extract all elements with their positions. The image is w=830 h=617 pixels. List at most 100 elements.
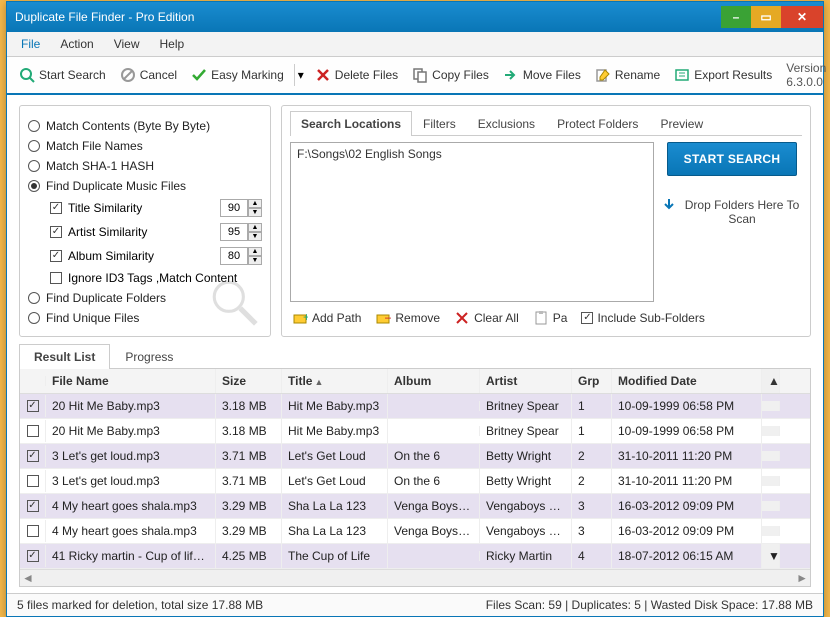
cancel-label: Cancel (140, 68, 177, 82)
spin-up-icon[interactable]: ▲ (248, 199, 262, 208)
col-group[interactable]: Grp (572, 369, 612, 393)
album-similarity-checkbox[interactable] (50, 250, 62, 262)
spin-down-icon[interactable]: ▼ (248, 232, 262, 241)
cell-album: Venga Boys 123 (388, 494, 480, 518)
horizontal-scrollbar[interactable]: ◄► (20, 569, 810, 586)
option-match-filenames[interactable]: Match File Names (28, 136, 262, 156)
vertical-scrollbar-track[interactable] (762, 451, 780, 461)
cell-group: 3 (572, 494, 612, 518)
option-match-contents[interactable]: Match Contents (Byte By Byte) (28, 116, 262, 136)
location-path[interactable]: F:\Songs\02 English Songs (297, 147, 647, 161)
export-results-button[interactable]: Export Results (668, 64, 778, 86)
tab-exclusions[interactable]: Exclusions (467, 111, 546, 136)
col-modified[interactable]: Modified Date (612, 369, 762, 393)
copy-files-button[interactable]: Copy Files (406, 64, 495, 86)
row-checkbox[interactable] (27, 475, 39, 487)
row-checkbox[interactable] (27, 425, 39, 437)
checkbox-icon (581, 312, 593, 324)
table-row[interactable]: 4 My heart goes shala.mp33.29 MBSha La L… (20, 519, 810, 544)
close-button[interactable]: ✕ (781, 6, 823, 28)
cell-group: 2 (572, 469, 612, 493)
cell-size: 3.29 MB (216, 519, 282, 543)
table-row[interactable]: 41 Ricky martin - Cup of life.mp34.25 MB… (20, 544, 810, 569)
tab-result-list[interactable]: Result List (19, 344, 110, 369)
minimize-button[interactable]: – (721, 6, 751, 28)
cancel-button[interactable]: Cancel (114, 64, 183, 86)
titlebar[interactable]: Duplicate File Finder - Pro Edition – ▭ … (7, 2, 823, 32)
artist-similarity-checkbox[interactable] (50, 226, 62, 238)
col-checkbox[interactable] (20, 376, 46, 386)
include-subfolders-check[interactable]: Include Sub-Folders (579, 308, 706, 328)
title-similarity-checkbox[interactable] (50, 202, 62, 214)
ignore-id3-checkbox[interactable] (50, 272, 62, 284)
col-artist[interactable]: Artist (480, 369, 572, 393)
search-locations-list[interactable]: F:\Songs\02 English Songs (290, 142, 654, 302)
tab-filters[interactable]: Filters (412, 111, 467, 136)
spin-up-icon[interactable]: ▲ (248, 223, 262, 232)
col-filename[interactable]: File Name (46, 369, 216, 393)
start-search-button[interactable]: Start Search (13, 64, 112, 86)
clear-all-button[interactable]: Clear All (452, 308, 521, 328)
title-similarity-spinner[interactable]: ▲▼ (220, 199, 262, 217)
row-checkbox[interactable] (27, 500, 39, 512)
easy-marking-button[interactable]: Easy Marking (185, 64, 290, 86)
menu-file[interactable]: File (11, 34, 50, 54)
row-checkbox[interactable] (27, 525, 39, 537)
svg-text:+: + (303, 310, 308, 324)
remove-path-button[interactable]: –Remove (373, 308, 442, 328)
vertical-scrollbar-track[interactable]: ▼ (762, 544, 780, 568)
option-match-sha1[interactable]: Match SHA-1 HASH (28, 156, 262, 176)
col-album[interactable]: Album (388, 369, 480, 393)
vertical-scrollbar-track[interactable] (762, 476, 780, 486)
artist-similarity-spinner[interactable]: ▲▼ (220, 223, 262, 241)
tab-protect-folders[interactable]: Protect Folders (546, 111, 649, 136)
vertical-scrollbar-track[interactable] (762, 401, 780, 411)
delete-files-button[interactable]: Delete Files (309, 64, 404, 86)
start-search-main-button[interactable]: START SEARCH (667, 142, 797, 176)
col-size[interactable]: Size (216, 369, 282, 393)
spin-down-icon[interactable]: ▼ (248, 256, 262, 265)
easy-marking-dropdown[interactable]: ▾ (294, 64, 307, 86)
option-duplicate-music[interactable]: Find Duplicate Music Files (28, 176, 262, 196)
spin-up-icon[interactable]: ▲ (248, 247, 262, 256)
tab-search-locations[interactable]: Search Locations (290, 111, 412, 136)
table-row[interactable]: 3 Let's get loud.mp33.71 MBLet's Get Lou… (20, 469, 810, 494)
menu-help[interactable]: Help (150, 34, 195, 54)
table-row[interactable]: 4 My heart goes shala.mp33.29 MBSha La L… (20, 494, 810, 519)
cell-filename: 4 My heart goes shala.mp3 (46, 494, 216, 518)
maximize-button[interactable]: ▭ (751, 6, 781, 28)
rename-label: Rename (615, 68, 660, 82)
cell-filename: 41 Ricky martin - Cup of life.mp3 (46, 544, 216, 568)
vertical-scrollbar-head[interactable]: ▲ (762, 369, 780, 393)
album-similarity-spinner[interactable]: ▲▼ (220, 247, 262, 265)
vertical-scrollbar-track[interactable] (762, 501, 780, 511)
status-right: Files Scan: 59 | Duplicates: 5 | Wasted … (486, 598, 813, 612)
add-path-button[interactable]: +Add Path (290, 308, 363, 328)
menu-action[interactable]: Action (50, 34, 103, 54)
vertical-scrollbar-track[interactable] (762, 526, 780, 536)
row-checkbox[interactable] (27, 450, 39, 462)
cell-album: Venga Boys 123 (388, 519, 480, 543)
menu-view[interactable]: View (104, 34, 150, 54)
table-row[interactable]: 20 Hit Me Baby.mp33.18 MBHit Me Baby.mp3… (20, 419, 810, 444)
cell-title: Hit Me Baby.mp3 (282, 419, 388, 443)
paste-path-button[interactable]: Pa (531, 308, 570, 328)
cell-group: 1 (572, 419, 612, 443)
row-checkbox[interactable] (27, 400, 39, 412)
table-row[interactable]: 3 Let's get loud.mp33.71 MBLet's Get Lou… (20, 444, 810, 469)
tab-progress[interactable]: Progress (110, 344, 188, 369)
cell-size: 3.18 MB (216, 419, 282, 443)
table-header: File Name Size Title▲ Album Artist Grp M… (20, 369, 810, 394)
tab-preview[interactable]: Preview (649, 111, 714, 136)
col-title[interactable]: Title▲ (282, 369, 388, 393)
move-files-button[interactable]: Move Files (497, 64, 587, 86)
version-label: Version 6.3.0.0 (780, 61, 830, 89)
delete-files-label: Delete Files (335, 68, 398, 82)
spin-down-icon[interactable]: ▼ (248, 208, 262, 217)
vertical-scrollbar-track[interactable] (762, 426, 780, 436)
rename-button[interactable]: Rename (589, 64, 666, 86)
cell-modified: 16-03-2012 09:09 PM (612, 494, 762, 518)
row-checkbox[interactable] (27, 550, 39, 562)
table-row[interactable]: 20 Hit Me Baby.mp33.18 MBHit Me Baby.mp3… (20, 394, 810, 419)
radio-icon (28, 140, 40, 152)
